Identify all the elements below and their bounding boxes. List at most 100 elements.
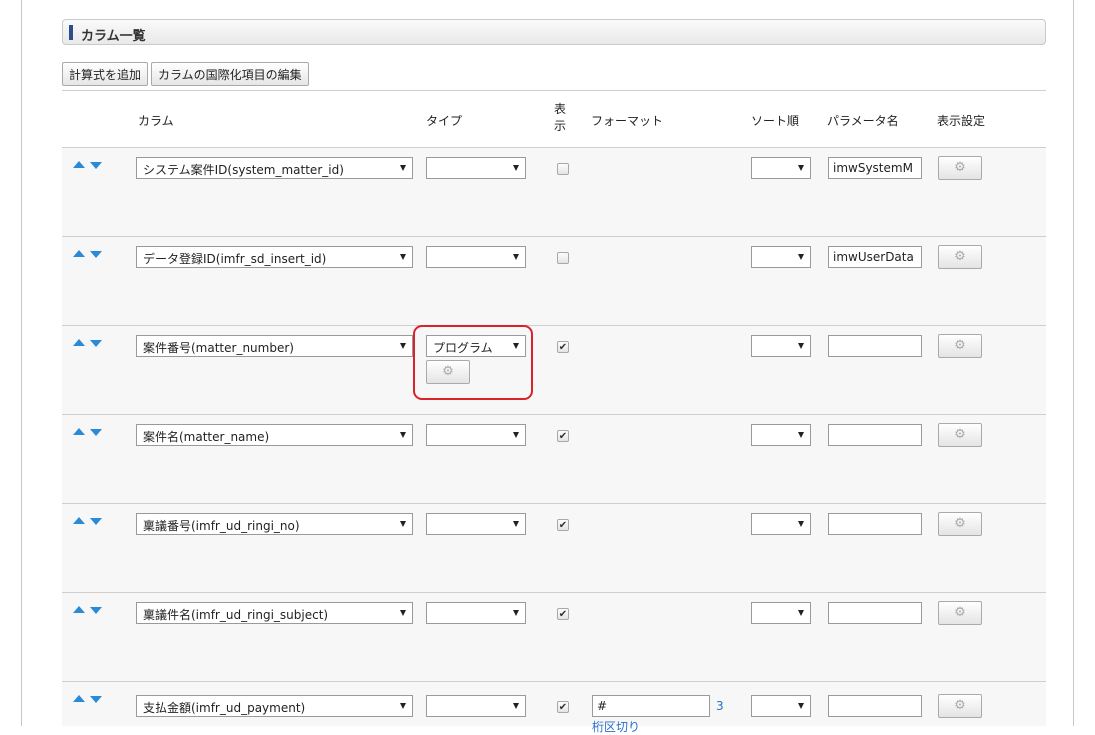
type-select[interactable]	[426, 695, 526, 717]
display-settings-button[interactable]: ⚙	[938, 423, 982, 447]
display-settings-button[interactable]: ⚙	[938, 601, 982, 625]
gear-icon: ⚙	[954, 605, 966, 620]
display-checkbox[interactable]	[557, 252, 569, 264]
type-select[interactable]	[426, 157, 526, 179]
chevron-down-icon	[400, 610, 406, 616]
display-checkbox[interactable]: ✔	[557, 701, 569, 713]
type-select[interactable]	[426, 424, 526, 446]
arrow-down-icon[interactable]	[90, 251, 102, 258]
add-formula-button[interactable]: 計算式を追加	[62, 62, 149, 86]
header-display-settings: 表示設定	[937, 114, 986, 128]
arrow-up-icon[interactable]	[73, 250, 85, 257]
arrow-down-icon[interactable]	[90, 696, 102, 703]
display-settings-button[interactable]: ⚙	[938, 694, 982, 718]
table-header: カラム タイプ 表示 フォーマット ソート順 パラメータ名 表示設定	[62, 90, 1046, 148]
arrow-up-icon[interactable]	[73, 695, 85, 702]
display-settings-button[interactable]: ⚙	[938, 156, 982, 180]
chevron-down-icon	[513, 432, 519, 438]
header-format: フォーマット	[591, 114, 664, 128]
gear-icon: ⚙	[954, 338, 966, 353]
display-settings-button[interactable]: ⚙	[938, 334, 982, 358]
column-select[interactable]: 稟議件名(imfr_ud_ringi_subject)	[136, 602, 413, 624]
section-title: カラム一覧	[81, 29, 146, 44]
param-name-input[interactable]	[828, 695, 922, 717]
column-select[interactable]: 支払金額(imfr_ud_payment)	[136, 695, 413, 717]
column-select[interactable]: 案件名(matter_name)	[136, 424, 413, 446]
chevron-down-icon	[513, 521, 519, 527]
gear-icon: ⚙	[954, 427, 966, 442]
format-input[interactable]: #	[592, 695, 710, 717]
chevron-down-icon	[798, 610, 804, 616]
sort-order-select[interactable]	[751, 602, 811, 624]
arrow-up-icon[interactable]	[73, 161, 85, 168]
display-checkbox[interactable]: ✔	[557, 519, 569, 531]
arrow-down-icon[interactable]	[90, 162, 102, 169]
toolbar: 計算式を追加 カラムの国際化項目の編集	[62, 62, 309, 86]
display-settings-button[interactable]: ⚙	[938, 245, 982, 269]
param-name-input[interactable]: imwUserData	[828, 246, 922, 268]
param-name-input[interactable]	[828, 513, 922, 535]
chevron-down-icon	[400, 521, 406, 527]
arrow-up-icon[interactable]	[73, 428, 85, 435]
column-select[interactable]: データ登録ID(imfr_sd_insert_id)	[136, 246, 413, 268]
chevron-down-icon	[513, 610, 519, 616]
checkmark-icon: ✔	[558, 520, 568, 531]
gear-icon: ⚙	[954, 160, 966, 175]
column-list-section-header: カラム一覧	[62, 19, 1046, 45]
arrow-down-icon[interactable]	[90, 518, 102, 525]
table-row: 稟議件名(imfr_ud_ringi_subject) ✔ ⚙	[62, 593, 1046, 682]
chevron-down-icon	[400, 343, 406, 349]
chevron-down-icon	[400, 254, 406, 260]
arrow-up-icon[interactable]	[73, 517, 85, 524]
display-checkbox[interactable]: ✔	[557, 341, 569, 353]
header-param-name: パラメータ名	[827, 114, 899, 128]
type-select[interactable]	[426, 602, 526, 624]
sort-order-select[interactable]	[751, 246, 811, 268]
type-select[interactable]	[426, 246, 526, 268]
table-row: 稟議番号(imfr_ud_ringi_no) ✔ ⚙	[62, 504, 1046, 593]
chevron-down-icon	[798, 432, 804, 438]
arrow-down-icon[interactable]	[90, 429, 102, 436]
table-row: 案件名(matter_name) ✔ ⚙	[62, 415, 1046, 504]
sort-order-select[interactable]	[751, 424, 811, 446]
sort-order-select[interactable]	[751, 157, 811, 179]
gear-icon: ⚙	[954, 249, 966, 264]
display-checkbox[interactable]: ✔	[557, 608, 569, 620]
header-column: カラム	[138, 114, 174, 128]
thousands-separator-link[interactable]: 桁区切り	[592, 718, 640, 735]
arrow-down-icon[interactable]	[90, 340, 102, 347]
type-select[interactable]	[426, 513, 526, 535]
edit-column-i18n-button[interactable]: カラムの国際化項目の編集	[151, 62, 309, 86]
column-select[interactable]: 案件番号(matter_number)	[136, 335, 413, 357]
chevron-down-icon	[400, 432, 406, 438]
chevron-down-icon	[400, 165, 406, 171]
arrow-up-icon[interactable]	[73, 606, 85, 613]
chevron-down-icon	[798, 521, 804, 527]
param-name-input[interactable]: imwSystemM	[828, 157, 922, 179]
chevron-down-icon	[513, 254, 519, 260]
param-name-input[interactable]	[828, 335, 922, 357]
chevron-down-icon	[513, 165, 519, 171]
arrow-down-icon[interactable]	[90, 607, 102, 614]
sort-order-select[interactable]	[751, 335, 811, 357]
arrow-up-icon[interactable]	[73, 339, 85, 346]
column-select[interactable]: 稟議番号(imfr_ud_ringi_no)	[136, 513, 413, 535]
header-type: タイプ	[426, 114, 463, 128]
chevron-down-icon	[798, 343, 804, 349]
sort-order-select[interactable]	[751, 695, 811, 717]
display-settings-button[interactable]: ⚙	[938, 512, 982, 536]
param-name-input[interactable]	[828, 602, 922, 624]
header-sort-order: ソート順	[751, 114, 800, 128]
right-border-line	[1073, 0, 1074, 726]
chevron-down-icon	[798, 703, 804, 709]
table-row: システム案件ID(system_matter_id) imwSystemM ⚙	[62, 148, 1046, 237]
display-checkbox[interactable]: ✔	[557, 430, 569, 442]
sort-order-select[interactable]	[751, 513, 811, 535]
gear-icon: ⚙	[954, 516, 966, 531]
display-checkbox[interactable]	[557, 163, 569, 175]
column-select[interactable]: システム案件ID(system_matter_id)	[136, 157, 413, 179]
checkmark-icon: ✔	[558, 609, 568, 620]
format-digits-value: 3	[716, 699, 724, 713]
checkmark-icon: ✔	[558, 702, 568, 713]
param-name-input[interactable]	[828, 424, 922, 446]
